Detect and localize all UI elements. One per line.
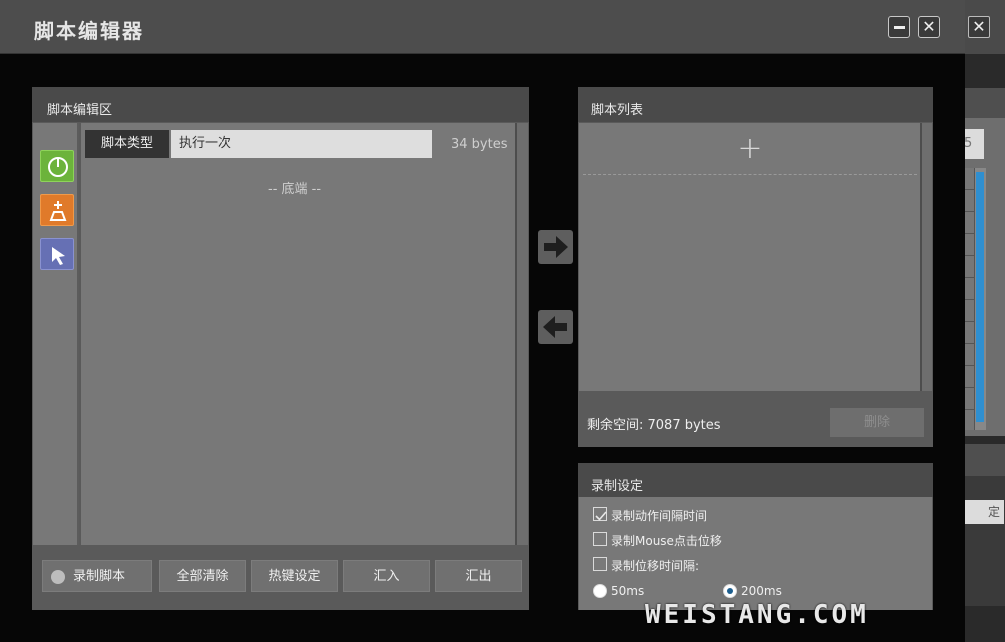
editor-panel-title: 脚本编辑区	[47, 103, 113, 118]
record-script-button[interactable]: 录制脚本	[42, 560, 152, 592]
background-lower-panel	[965, 476, 1005, 606]
arrow-right-icon	[544, 236, 568, 258]
window-title: 脚本编辑器	[34, 19, 144, 43]
background-grid	[965, 168, 974, 430]
import-button[interactable]: 汇入	[343, 560, 430, 592]
background-close-icon[interactable]: ✕	[968, 16, 990, 38]
minimize-icon	[894, 26, 905, 29]
move-to-editor-button[interactable]	[538, 310, 573, 344]
free-space-text: 剩余空间: 7087 bytes	[587, 418, 721, 433]
close-icon: ✕	[922, 17, 936, 36]
close-button[interactable]: ✕	[918, 16, 940, 38]
radio-200ms[interactable]	[723, 584, 737, 598]
power-button[interactable]	[40, 150, 74, 182]
script-list-scrollbar[interactable]	[920, 123, 932, 391]
add-step-button[interactable]	[40, 194, 74, 226]
record-mouse-checkbox[interactable]	[593, 532, 607, 546]
hotkey-settings-button[interactable]: 热键设定	[251, 560, 338, 592]
add-script-icon[interactable]: +	[737, 134, 763, 164]
arrow-left-icon	[543, 316, 567, 338]
script-type-select[interactable]: 执行一次	[171, 130, 432, 158]
power-icon	[48, 157, 68, 177]
bottom-marker: -- 底端 --	[268, 182, 322, 197]
minimize-button[interactable]	[888, 16, 910, 38]
editor-scrollbar[interactable]	[515, 123, 528, 545]
script-list-title: 脚本列表	[591, 103, 644, 118]
watermark: WEISTANG.COM	[645, 600, 869, 630]
export-button[interactable]: 汇出	[435, 560, 522, 592]
record-script-label: 录制脚本	[73, 569, 126, 584]
titlebar	[0, 0, 965, 54]
record-indicator-icon	[51, 570, 65, 584]
radio-50ms[interactable]	[593, 584, 607, 598]
cursor-button[interactable]	[40, 238, 74, 270]
checkmark-icon	[595, 511, 607, 521]
tool-strip	[33, 123, 79, 545]
radio-200ms-label: 200ms	[741, 584, 782, 598]
record-mouse-label: 录制Mouse点击位移	[611, 534, 722, 548]
record-move-interval-checkbox[interactable]	[593, 557, 607, 571]
record-interval-checkbox[interactable]	[593, 507, 607, 521]
delete-button[interactable]: 删除	[830, 408, 924, 437]
list-divider	[583, 174, 917, 175]
radio-selected-dot	[727, 588, 733, 594]
script-size: 34 bytes	[451, 137, 508, 152]
background-panel-header	[965, 88, 1005, 118]
add-step-icon	[49, 201, 67, 221]
record-interval-label: 录制动作间隔时间	[611, 509, 708, 523]
record-settings-title: 录制设定	[591, 479, 644, 494]
script-type-label: 脚本类型	[85, 130, 169, 158]
move-to-list-button[interactable]	[538, 230, 573, 264]
cursor-icon	[52, 247, 65, 265]
clear-all-button[interactable]: 全部清除	[159, 560, 246, 592]
background-panel-header-2	[965, 444, 1005, 476]
record-move-interval-label: 录制位移时间隔:	[611, 559, 700, 573]
background-scrollbar-thumb[interactable]	[976, 172, 984, 422]
radio-50ms-label: 50ms	[611, 584, 645, 598]
